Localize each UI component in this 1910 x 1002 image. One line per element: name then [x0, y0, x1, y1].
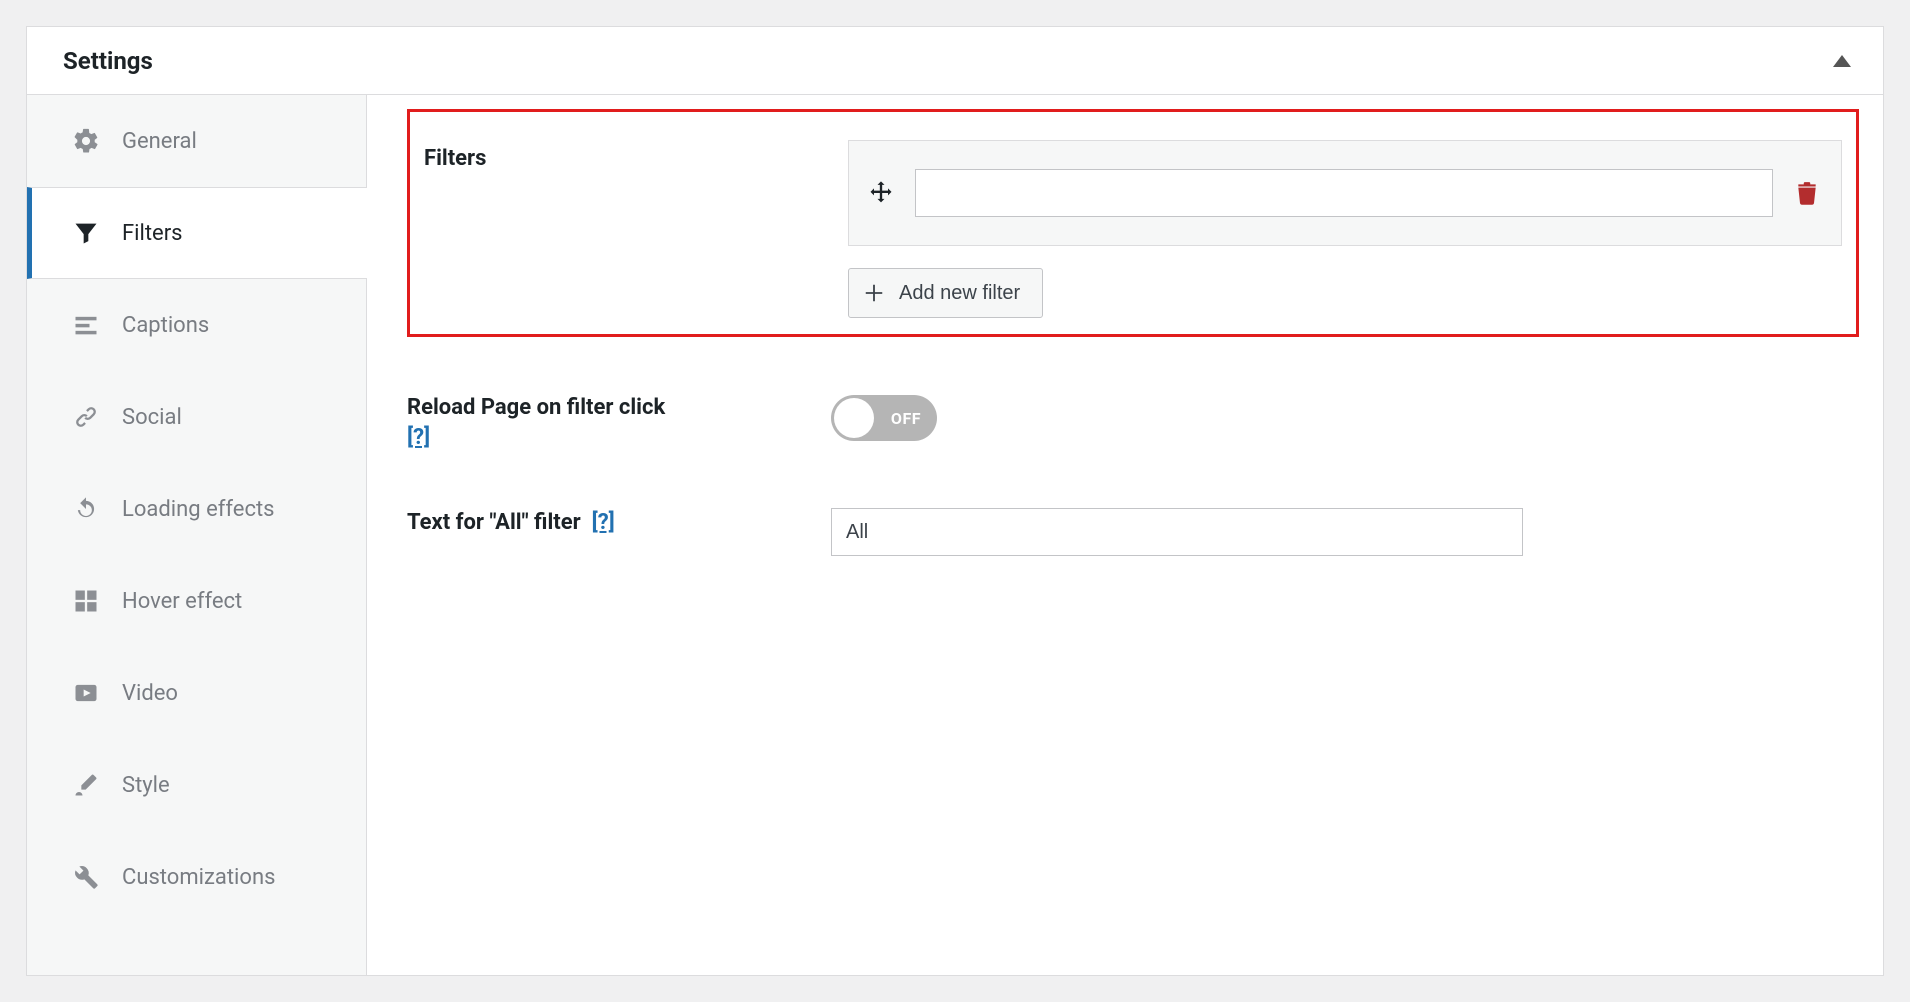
add-filter-label: Add new filter [899, 282, 1020, 305]
filters-highlight: Filters Ad [407, 109, 1859, 337]
sidebar-item-label: Video [122, 681, 178, 706]
filter-name-input[interactable] [915, 169, 1773, 217]
all-text-input[interactable] [831, 508, 1523, 556]
reload-label: Reload Page on filter click [?] [407, 393, 807, 452]
sidebar-item-style[interactable]: Style [27, 739, 366, 831]
add-filter-button[interactable]: Add new filter [848, 268, 1043, 318]
link-icon [72, 403, 100, 431]
sidebar-item-general[interactable]: General [27, 95, 366, 187]
panel-body: General Filters Captions Social [27, 95, 1883, 975]
sidebar-item-video[interactable]: Video [27, 647, 366, 739]
filter-icon [72, 219, 100, 247]
content-area: Filters Ad [367, 95, 1883, 975]
filter-row [848, 140, 1842, 246]
sidebar-item-label: Customizations [122, 865, 275, 890]
brush-icon [72, 771, 100, 799]
collapse-toggle[interactable] [1833, 55, 1851, 67]
reload-help-link[interactable]: [?] [407, 425, 430, 450]
captions-icon [72, 311, 100, 339]
sidebar-item-label: Filters [122, 221, 183, 246]
filters-area: Add new filter [848, 140, 1842, 318]
sidebar-item-social[interactable]: Social [27, 371, 366, 463]
panel-title: Settings [63, 47, 153, 75]
reload-row: Reload Page on filter click [?] OFF [407, 393, 1859, 452]
sidebar-item-label: General [122, 129, 197, 154]
video-icon [72, 679, 100, 707]
sidebar-item-label: Loading effects [122, 497, 275, 522]
wrench-icon [72, 863, 100, 891]
all-text-label: Text for "All" filter [?] [407, 508, 807, 538]
reload-icon [72, 495, 100, 523]
sidebar-item-customizations[interactable]: Customizations [27, 831, 366, 923]
all-text-help-link[interactable]: [?] [592, 510, 615, 535]
reload-toggle[interactable]: OFF [831, 395, 937, 441]
settings-panel: Settings General Filters [26, 26, 1884, 976]
sidebar-item-label: Captions [122, 313, 209, 338]
sidebar-item-loading-effects[interactable]: Loading effects [27, 463, 366, 555]
plus-icon [863, 282, 885, 304]
sidebar-item-hover-effect[interactable]: Hover effect [27, 555, 366, 647]
sidebar-item-filters[interactable]: Filters [27, 187, 367, 279]
drag-handle-icon[interactable] [867, 179, 895, 207]
settings-sidebar: General Filters Captions Social [27, 95, 367, 975]
toggle-state-label: OFF [891, 409, 921, 428]
gear-icon [72, 127, 100, 155]
toggle-knob [834, 398, 874, 438]
sidebar-item-label: Hover effect [122, 589, 242, 614]
filters-label: Filters [424, 140, 824, 318]
panel-header: Settings [27, 27, 1883, 95]
sidebar-item-label: Social [122, 405, 182, 430]
sidebar-item-captions[interactable]: Captions [27, 279, 366, 371]
all-text-row: Text for "All" filter [?] [407, 508, 1859, 556]
delete-filter-button[interactable] [1793, 178, 1821, 208]
sidebar-item-label: Style [122, 773, 170, 798]
hover-icon [72, 587, 100, 615]
